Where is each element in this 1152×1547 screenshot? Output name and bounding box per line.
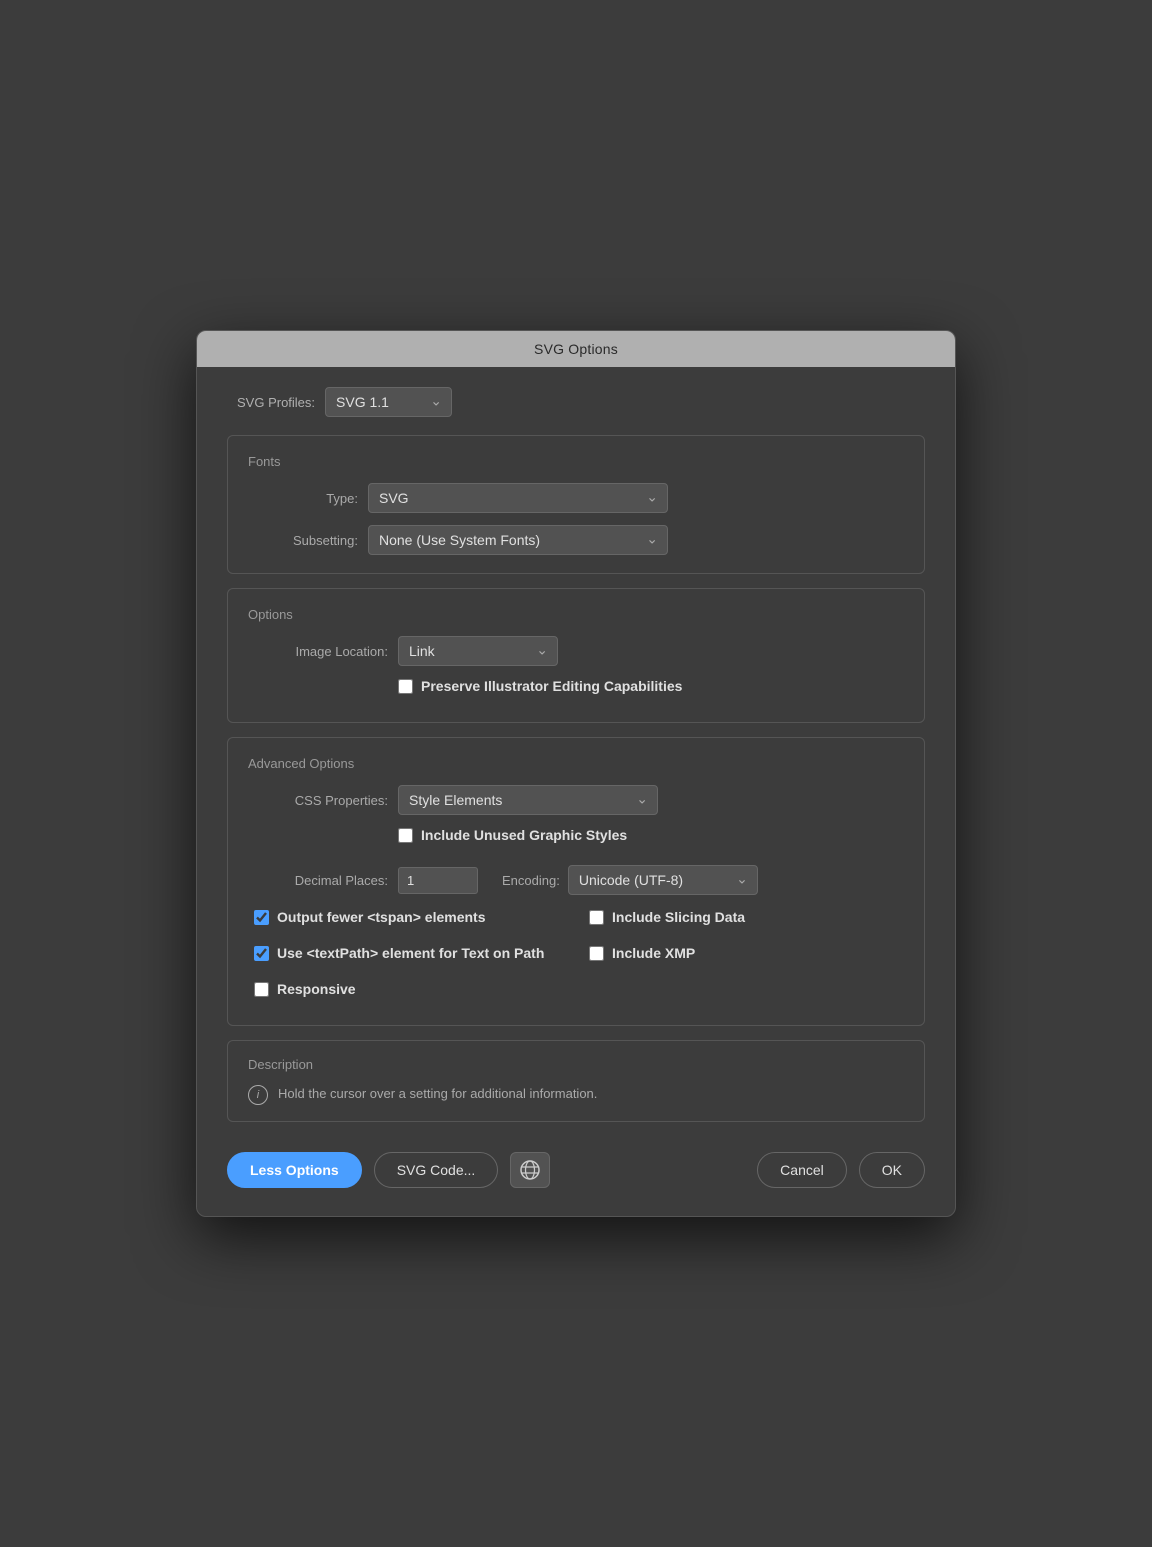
- advanced-title: Advanced Options: [248, 756, 904, 771]
- subsetting-select[interactable]: None (Use System Fonts) Only Glyphs Used…: [368, 525, 668, 555]
- less-options-button[interactable]: Less Options: [227, 1152, 362, 1188]
- options-section: Options Image Location: Link Embed Prese…: [227, 588, 925, 723]
- type-select[interactable]: SVG Convert to outline None: [368, 483, 668, 513]
- preserve-row: Preserve Illustrator Editing Capabilitie…: [248, 678, 904, 704]
- dialog-title: SVG Options: [534, 341, 618, 357]
- encoding-select[interactable]: Unicode (UTF-8) ISO-8859-1 UTF-16: [568, 865, 758, 895]
- advanced-section: Advanced Options CSS Properties: Style E…: [227, 737, 925, 1026]
- cancel-button[interactable]: Cancel: [757, 1152, 847, 1188]
- use-textpath-checkbox[interactable]: [254, 946, 269, 961]
- type-row: Type: SVG Convert to outline None: [248, 483, 904, 513]
- css-properties-select[interactable]: Style Elements Presentation Attributes S…: [398, 785, 658, 815]
- preserve-label[interactable]: Preserve Illustrator Editing Capabilitie…: [421, 678, 682, 694]
- svg-profiles-label: SVG Profiles:: [237, 395, 315, 410]
- css-properties-label: CSS Properties:: [248, 793, 388, 808]
- decimal-places-input[interactable]: [398, 867, 478, 894]
- image-location-select-wrapper: Link Embed: [398, 636, 558, 666]
- include-slicing-label[interactable]: Include Slicing Data: [612, 909, 745, 925]
- use-textpath-row: Use <textPath> element for Text on Path: [254, 945, 569, 961]
- title-bar: SVG Options: [197, 331, 955, 367]
- description-text: Hold the cursor over a setting for addit…: [278, 1084, 597, 1104]
- decimal-encoding-row: Decimal Places: Encoding: Unicode (UTF-8…: [248, 865, 904, 895]
- checkboxes-grid: Output fewer <tspan> elements Include Sl…: [254, 909, 904, 1007]
- globe-button[interactable]: [510, 1152, 550, 1188]
- options-title: Options: [248, 607, 904, 622]
- image-location-label: Image Location:: [248, 644, 388, 659]
- css-properties-row: CSS Properties: Style Elements Presentat…: [248, 785, 904, 815]
- include-unused-checkbox[interactable]: [398, 828, 413, 843]
- svg-code-button[interactable]: SVG Code...: [374, 1152, 499, 1188]
- include-xmp-checkbox[interactable]: [589, 946, 604, 961]
- ok-button[interactable]: OK: [859, 1152, 925, 1188]
- preserve-checkbox-row: Preserve Illustrator Editing Capabilitie…: [398, 678, 682, 694]
- description-title: Description: [248, 1057, 904, 1072]
- responsive-checkbox[interactable]: [254, 982, 269, 997]
- fonts-title: Fonts: [248, 454, 904, 469]
- include-slicing-row: Include Slicing Data: [589, 909, 904, 925]
- checkboxes-area: Output fewer <tspan> elements Include Sl…: [248, 909, 904, 1007]
- preserve-checkbox[interactable]: [398, 679, 413, 694]
- button-row: Less Options SVG Code... Cancel OK: [227, 1140, 925, 1196]
- include-slicing-checkbox[interactable]: [589, 910, 604, 925]
- include-xmp-label[interactable]: Include XMP: [612, 945, 695, 961]
- type-select-wrapper: SVG Convert to outline None: [368, 483, 668, 513]
- globe-icon: [519, 1159, 541, 1181]
- svg-profiles-select-wrapper: SVG 1.1 SVG 1.0 SVG Tiny 1.1: [325, 387, 452, 417]
- use-textpath-label[interactable]: Use <textPath> element for Text on Path: [277, 945, 544, 961]
- include-unused-row: Include Unused Graphic Styles: [248, 827, 904, 853]
- encoding-label: Encoding:: [502, 873, 560, 888]
- description-section: Description i Hold the cursor over a set…: [227, 1040, 925, 1122]
- info-icon: i: [248, 1085, 268, 1105]
- svg-options-dialog: SVG Options SVG Profiles: SVG 1.1 SVG 1.…: [196, 330, 956, 1217]
- dialog-body: SVG Profiles: SVG 1.1 SVG 1.0 SVG Tiny 1…: [197, 367, 955, 1216]
- fonts-section: Fonts Type: SVG Convert to outline None …: [227, 435, 925, 574]
- include-xmp-row: Include XMP: [589, 945, 904, 961]
- svg-profiles-row: SVG Profiles: SVG 1.1 SVG 1.0 SVG Tiny 1…: [227, 387, 925, 417]
- image-location-select[interactable]: Link Embed: [398, 636, 558, 666]
- responsive-row: Responsive: [254, 981, 569, 997]
- responsive-label[interactable]: Responsive: [277, 981, 356, 997]
- description-content: i Hold the cursor over a setting for add…: [248, 1084, 904, 1105]
- svg-profiles-select[interactable]: SVG 1.1 SVG 1.0 SVG Tiny 1.1: [325, 387, 452, 417]
- subsetting-select-wrapper: None (Use System Fonts) Only Glyphs Used…: [368, 525, 668, 555]
- decimal-places-label: Decimal Places:: [248, 873, 388, 888]
- include-unused-checkbox-row: Include Unused Graphic Styles: [398, 827, 627, 843]
- output-fewer-label[interactable]: Output fewer <tspan> elements: [277, 909, 486, 925]
- encoding-select-wrapper: Unicode (UTF-8) ISO-8859-1 UTF-16: [568, 865, 758, 895]
- type-label: Type:: [248, 491, 358, 506]
- include-unused-label[interactable]: Include Unused Graphic Styles: [421, 827, 627, 843]
- subsetting-label: Subsetting:: [248, 533, 358, 548]
- subsetting-row: Subsetting: None (Use System Fonts) Only…: [248, 525, 904, 555]
- output-fewer-checkbox[interactable]: [254, 910, 269, 925]
- css-properties-select-wrapper: Style Elements Presentation Attributes S…: [398, 785, 658, 815]
- image-location-row: Image Location: Link Embed: [248, 636, 904, 666]
- output-fewer-row: Output fewer <tspan> elements: [254, 909, 569, 925]
